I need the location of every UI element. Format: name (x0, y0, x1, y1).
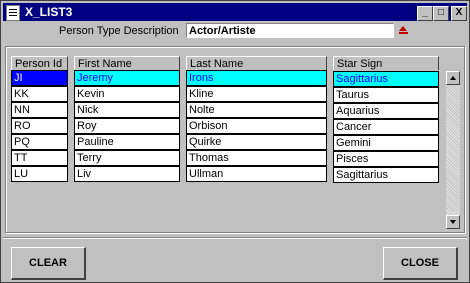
person-type-field[interactable]: Actor/Artiste (186, 23, 394, 38)
person-id-cell[interactable]: TT (11, 150, 68, 166)
last-name-cell[interactable]: Kline (186, 86, 327, 102)
star-sign-cell[interactable]: Cancer (333, 119, 439, 135)
column-header-person-id: Person Id (11, 56, 68, 70)
first-name-cell[interactable]: Nick (74, 102, 180, 118)
close-window-button[interactable]: X (451, 6, 467, 21)
person-id-cell[interactable]: KK (11, 86, 68, 102)
vertical-scrollbar[interactable] (446, 71, 460, 229)
first-name-cell[interactable]: Kevin (74, 86, 180, 102)
window-title: X_LIST3 (25, 5, 73, 19)
column-header-last-name: Last Name (186, 56, 327, 70)
minimize-button[interactable]: _ (417, 6, 433, 21)
person-id-cell[interactable]: JI (11, 70, 68, 86)
last-name-cell[interactable]: Nolte (186, 102, 327, 118)
star-sign-cell[interactable]: Gemini (333, 135, 439, 151)
person-id-cell[interactable]: PQ (11, 134, 68, 150)
star-sign-cell[interactable]: Pisces (333, 151, 439, 167)
divider (3, 237, 467, 239)
last-name-cell[interactable]: Ullman (186, 166, 327, 182)
star-sign-cell[interactable]: Aquarius (333, 103, 439, 119)
window-list-icon[interactable] (6, 5, 20, 21)
clear-button[interactable]: CLEAR (11, 247, 86, 280)
scroll-up-icon[interactable] (446, 71, 460, 85)
last-name-cell[interactable]: Quirke (186, 134, 327, 150)
maximize-button[interactable]: □ (433, 6, 449, 21)
last-name-cell[interactable]: Orbison (186, 118, 327, 134)
column-header-star-sign: Star Sign (333, 56, 439, 70)
first-name-cell[interactable]: Jeremy (74, 70, 180, 86)
last-name-cell[interactable]: Thomas (186, 150, 327, 166)
scroll-down-icon[interactable] (446, 215, 460, 229)
person-id-cell[interactable]: RO (11, 118, 68, 134)
close-button[interactable]: CLOSE (383, 247, 458, 280)
person-id-cell[interactable]: LU (11, 166, 68, 182)
last-name-cell[interactable]: Irons (186, 70, 327, 86)
eject-list-icon[interactable] (396, 23, 411, 38)
first-name-cell[interactable]: Terry (74, 150, 180, 166)
star-sign-cell[interactable]: Taurus (333, 87, 439, 103)
person-id-cell[interactable]: NN (11, 102, 68, 118)
x-list3-window: X_LIST3 _ □ X Person Type Description Ac… (0, 0, 470, 283)
first-name-cell[interactable]: Pauline (74, 134, 180, 150)
scroll-thumb[interactable] (446, 85, 460, 211)
person-type-label: Person Type Description (59, 25, 179, 37)
column-header-first-name: First Name (74, 56, 180, 70)
first-name-cell[interactable]: Roy (74, 118, 180, 134)
first-name-cell[interactable]: Liv (74, 166, 180, 182)
star-sign-cell[interactable]: Sagittarius (333, 71, 439, 87)
star-sign-cell[interactable]: Sagittarius (333, 167, 439, 183)
title-bar: X_LIST3 _ □ X (3, 3, 467, 21)
